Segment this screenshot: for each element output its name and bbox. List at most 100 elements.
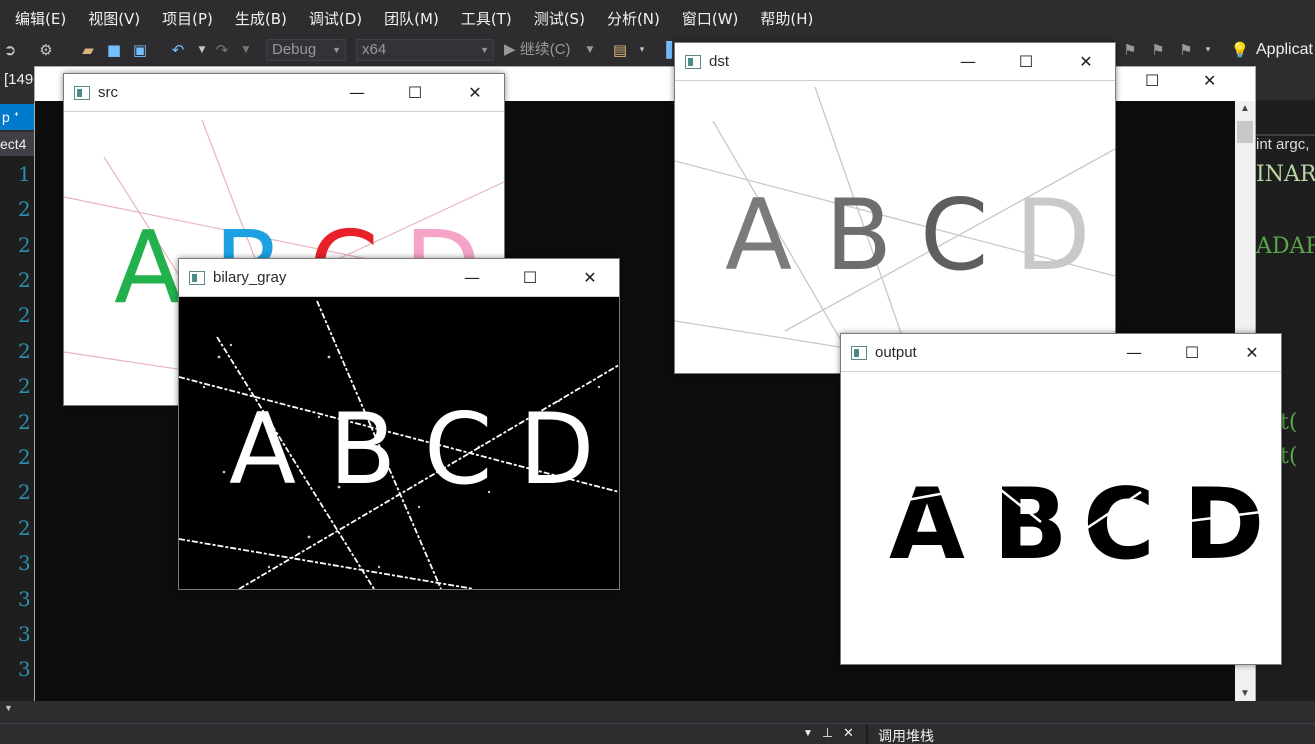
config-value: Debug: [272, 41, 317, 58]
letter-a: A: [114, 209, 182, 326]
maximize-icon[interactable]: ☐: [1179, 340, 1205, 366]
window-app-icon: [189, 271, 205, 285]
bilary-gray-window[interactable]: bilary_gray — ☐ ✕ A B C D: [178, 258, 620, 590]
dst-image: A B C D: [675, 81, 1115, 373]
code-signature: int argc,: [1256, 136, 1310, 153]
window-title: output: [875, 344, 917, 361]
config-select[interactable]: Debug ▼: [266, 39, 346, 61]
code-token: ADAP: [1256, 234, 1315, 259]
window-app-icon: [851, 346, 867, 360]
toolbar-overflow-icon[interactable]: ▾: [1198, 40, 1218, 60]
call-stack-tab[interactable]: 调用堆栈: [878, 726, 934, 744]
src-titlebar[interactable]: src — ☐ ✕: [64, 74, 504, 112]
line-number-gutter: 1 2 2 2 2 2 2 2 2 2 2 3 3 3 3: [0, 156, 36, 701]
code-token: t(: [1280, 410, 1298, 435]
maximize-icon[interactable]: ☐: [1013, 49, 1039, 75]
menu-analyze[interactable]: 分析(N): [596, 0, 671, 38]
undo-icon[interactable]: ↶: [168, 40, 188, 60]
bookmark-icon[interactable]: ⚑: [1120, 40, 1140, 60]
close-icon[interactable]: ✕: [843, 725, 854, 741]
continue-button[interactable]: ▶ 继续(C): [504, 39, 571, 61]
letter-c: C: [1083, 468, 1155, 582]
new-project-icon[interactable]: ⚙: [36, 40, 56, 60]
menu-edit[interactable]: 编辑(E): [4, 0, 77, 38]
letter-d: D: [519, 393, 594, 507]
maximize-icon[interactable]: ☐: [402, 80, 428, 106]
letter-d: D: [1183, 468, 1264, 582]
document-tab[interactable]: [149: [0, 64, 36, 100]
output-titlebar[interactable]: output — ☐ ✕: [841, 334, 1281, 372]
window-title: src: [98, 84, 118, 101]
minimize-icon[interactable]: —: [459, 265, 485, 291]
minimize-icon[interactable]: —: [1121, 340, 1147, 366]
letter-b: B: [993, 468, 1068, 582]
chevron-down-icon[interactable]: ▼: [4, 703, 13, 713]
menu-view[interactable]: 视图(V): [77, 0, 151, 38]
menu-help[interactable]: 帮助(H): [749, 0, 824, 38]
minimize-icon[interactable]: —: [955, 49, 981, 75]
menu-tools[interactable]: 工具(T): [450, 0, 523, 38]
bookmark-clear-icon[interactable]: ⚑: [1176, 40, 1196, 60]
close-icon[interactable]: ✕: [462, 80, 488, 106]
project-tab[interactable]: ect4: [0, 132, 36, 156]
continue-dropdown-icon[interactable]: ▼: [580, 40, 600, 60]
redo-icon[interactable]: ↷: [212, 40, 232, 60]
lightbulb-icon[interactable]: 💡: [1230, 40, 1250, 60]
open-folder-icon[interactable]: ▰: [78, 40, 98, 60]
solution-tab[interactable]: p ᐩ: [0, 104, 36, 130]
output-window[interactable]: output — ☐ ✕ A B C D: [840, 333, 1282, 665]
close-icon[interactable]: ✕: [577, 265, 603, 291]
close-icon[interactable]: ✕: [1073, 49, 1099, 75]
window-app-icon: [74, 86, 90, 100]
letter-b: B: [329, 393, 396, 507]
bilary-gray-titlebar[interactable]: bilary_gray — ☐ ✕: [179, 259, 619, 297]
close-icon[interactable]: ✕: [1239, 340, 1265, 366]
save-icon[interactable]: ■: [104, 40, 124, 60]
menu-window[interactable]: 窗口(W): [671, 0, 750, 38]
divider: [866, 724, 868, 744]
editor-status-strip: ▼: [0, 701, 1315, 723]
menu-build[interactable]: 生成(B): [224, 0, 298, 38]
save-all-icon[interactable]: ▣: [130, 40, 150, 60]
window-title: bilary_gray: [213, 269, 287, 286]
menu-debug[interactable]: 调试(D): [298, 0, 373, 38]
redo-dropdown-icon[interactable]: ▼: [236, 40, 256, 60]
window-app-icon: [685, 55, 701, 69]
scrollbar-thumb[interactable]: [1237, 121, 1253, 143]
letter-a: A: [229, 393, 296, 507]
dst-window[interactable]: dst — ☐ ✕ A B C D: [674, 42, 1116, 374]
bookmark-next-icon[interactable]: ⚑: [1148, 40, 1168, 60]
code-token: INAR: [1256, 162, 1315, 187]
panel-dropdown-icon[interactable]: ▼: [803, 728, 813, 739]
letter-d: D: [1015, 179, 1090, 293]
window-title: dst: [709, 53, 730, 70]
letter-c: C: [424, 393, 492, 507]
app-insights-label[interactable]: Applicat: [1256, 39, 1313, 61]
pin-icon[interactable]: ⊥: [822, 725, 833, 741]
platform-value: x64: [362, 41, 387, 58]
menu-bar: 编辑(E) 视图(V) 项目(P) 生成(B) 调试(D) 团队(M) 工具(T…: [0, 0, 1315, 38]
nav-forward-icon[interactable]: ➲: [0, 40, 20, 60]
undo-dropdown-icon[interactable]: ▼: [192, 40, 212, 60]
minimize-icon[interactable]: —: [344, 80, 370, 106]
dst-titlebar[interactable]: dst — ☐ ✕: [675, 43, 1115, 81]
menu-test[interactable]: 测试(S): [523, 0, 596, 38]
scroll-down-icon[interactable]: ▼: [1240, 688, 1250, 699]
menu-project[interactable]: 项目(P): [151, 0, 224, 38]
platform-select[interactable]: x64 ▼: [356, 39, 494, 61]
find-in-files-icon[interactable]: ▤: [610, 40, 630, 60]
scroll-up-icon[interactable]: ▲: [1240, 103, 1250, 114]
code-token: t(: [1280, 444, 1298, 469]
toolbar-options-icon[interactable]: ▾: [632, 40, 652, 60]
letter-c: C: [920, 179, 988, 293]
letter-a: A: [889, 468, 965, 582]
close-icon[interactable]: ✕: [1203, 71, 1216, 91]
menu-team[interactable]: 团队(M): [373, 0, 450, 38]
maximize-icon[interactable]: ☐: [1145, 71, 1159, 91]
bilary-gray-image: A B C D: [179, 297, 619, 589]
bottom-panel-header: ▼ ⊥ ✕ 调用堆栈: [0, 723, 1315, 744]
letter-b: B: [825, 179, 892, 293]
output-image: A B C D: [841, 372, 1281, 664]
toolbar: ➲ ⚙ ▰ ■ ▣ ↶ ▼ ↷ ▼ Debug ▼ x64 ▼ ▶ 继续(C) ▼ …: [0, 36, 1315, 64]
maximize-icon[interactable]: ☐: [517, 265, 543, 291]
